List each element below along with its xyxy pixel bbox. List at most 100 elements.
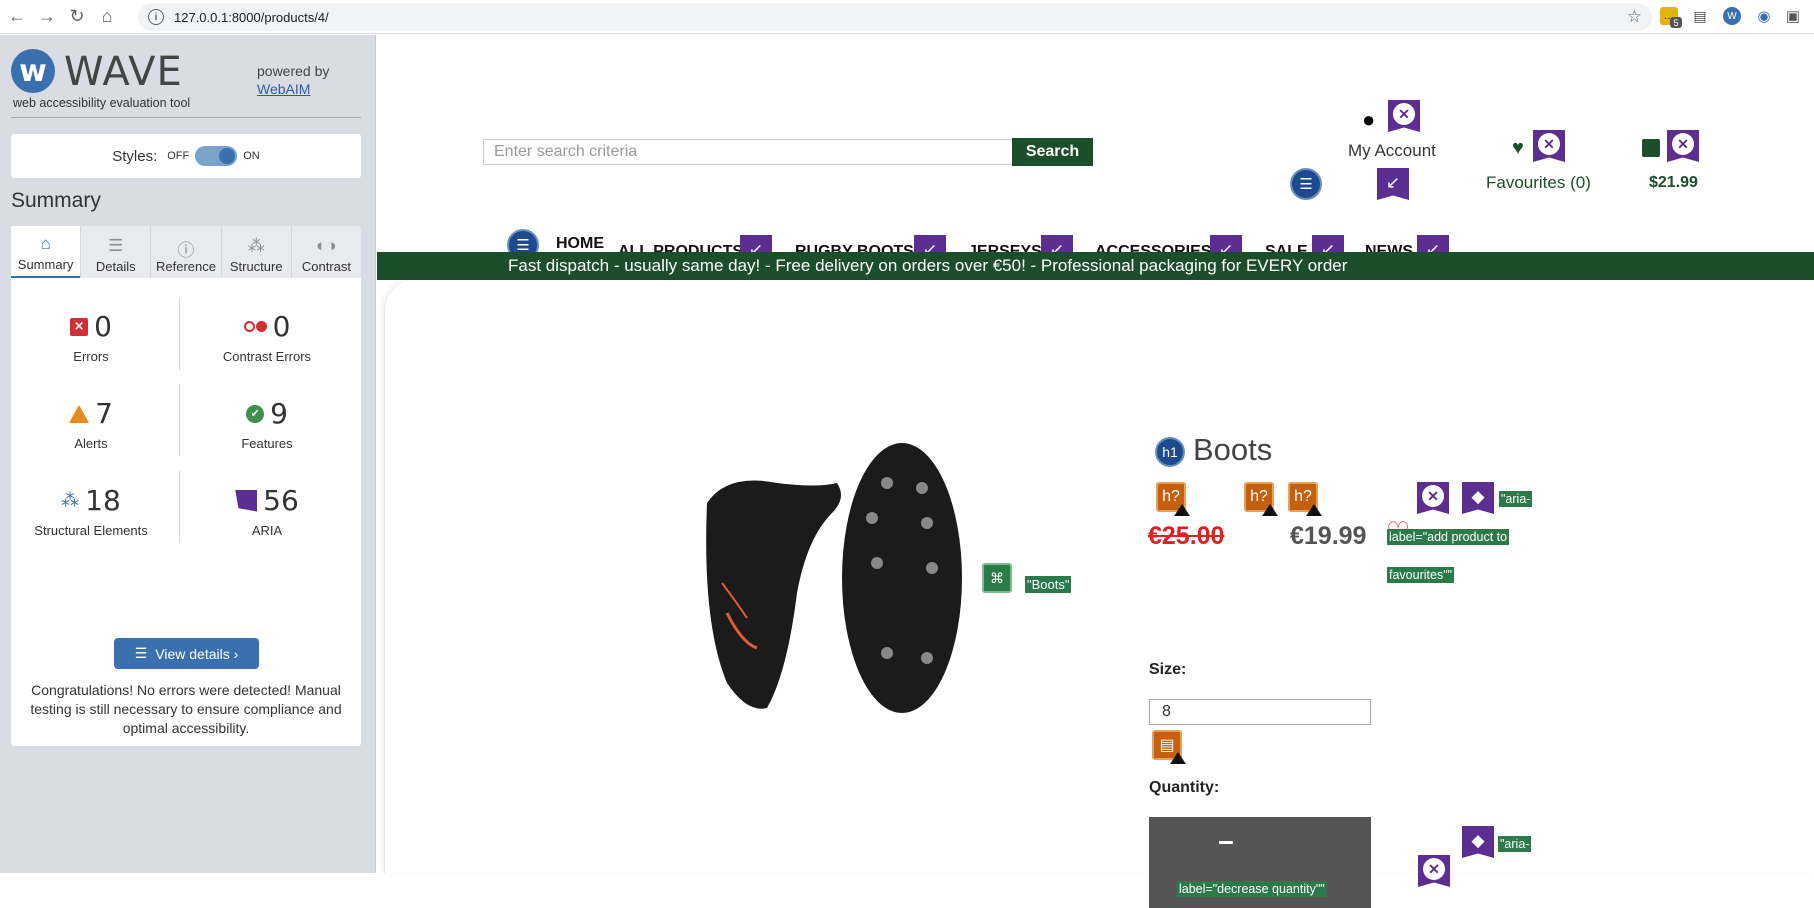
- tab-label: Details: [95, 259, 136, 274]
- aria-label-tag-icon: ◆: [1462, 482, 1494, 514]
- extension-count-badge: 5: [1670, 17, 1682, 28]
- address-bar[interactable]: i 127.0.0.1:8000/products/4/ ☆: [138, 3, 1652, 31]
- page-content: Enter search criteria Search ● ✕ My Acco…: [377, 35, 1814, 908]
- possible-heading-alert-icon: h?: [1156, 482, 1190, 516]
- nav-home[interactable]: HOME: [556, 235, 604, 253]
- search-button[interactable]: Search: [1012, 138, 1093, 166]
- features-count: 9: [270, 397, 288, 430]
- tab-label: Contrast: [301, 259, 351, 274]
- divider: [179, 384, 180, 456]
- home-icon[interactable]: ⌂: [94, 4, 120, 30]
- possible-heading-alert-icon: h?: [1244, 482, 1278, 516]
- tab-contrast[interactable]: ◐◑ Contrast: [290, 226, 361, 278]
- list-structure-icon: ☰: [1290, 168, 1322, 200]
- record-extension-icon[interactable]: ◉: [1755, 7, 1773, 25]
- promo-banner: Fast dispatch - usually same day! - Free…: [377, 252, 1814, 280]
- bookmark-star-icon[interactable]: ☆: [1627, 7, 1642, 27]
- stat-alerts: 7 Alerts: [11, 397, 171, 451]
- aria-hidden-icon: ✕: [1388, 100, 1420, 132]
- view-details-label: View details ›: [155, 645, 239, 662]
- tab-summary[interactable]: ⌂ Summary: [11, 226, 81, 278]
- summary-panel: ⌂ Summary ☰ Details ⓘ Reference ⁂ Struct…: [11, 226, 361, 746]
- product-area: [384, 280, 1814, 873]
- heart-icon[interactable]: ♥: [1512, 137, 1524, 160]
- image-alt-icon: ⌘: [982, 563, 1012, 593]
- image-alt-label: "Boots": [1025, 576, 1072, 593]
- cart-total[interactable]: $21.99: [1649, 174, 1698, 192]
- aria-label-text: favourites"": [1387, 567, 1455, 583]
- back-icon[interactable]: ←: [4, 4, 30, 30]
- styles-toggle[interactable]: [195, 146, 238, 166]
- size-label: Size:: [1149, 661, 1187, 678]
- aria-label-text: "aria-: [1498, 836, 1532, 852]
- camera-extension-icon[interactable]: ▣: [1784, 7, 1802, 25]
- toggle-off-label: OFF: [167, 150, 190, 162]
- aria-hidden-icon: ✕: [1417, 482, 1449, 514]
- site-info-icon[interactable]: i: [148, 9, 164, 25]
- aria-hidden-icon: ✕: [1418, 855, 1450, 887]
- aria-popup-icon: ↙: [1377, 168, 1409, 200]
- tab-label: Reference: [156, 259, 216, 274]
- user-icon[interactable]: ●: [1362, 107, 1375, 133]
- alerts-count: 7: [95, 397, 113, 430]
- wave-title: WAVE: [64, 49, 183, 95]
- list-icon: ☰: [108, 236, 124, 255]
- structural-count: 18: [85, 484, 121, 517]
- aria-label: ARIA: [251, 523, 283, 538]
- powered-by-label: powered by: [257, 63, 330, 79]
- view-details-button[interactable]: ☰ View details ›: [114, 638, 259, 669]
- stat-errors: × 0 Errors: [11, 310, 171, 364]
- contrast-icon: ◐◑: [316, 236, 337, 255]
- stat-structural: ⁂ 18 Structural Elements: [11, 484, 171, 538]
- styles-label: Styles:: [112, 147, 158, 165]
- wave-subtitle: web accessibility evaluation tool: [13, 96, 191, 110]
- tab-reference[interactable]: ⓘ Reference: [150, 226, 220, 278]
- tab-structure[interactable]: ⁂ Structure: [220, 226, 291, 278]
- hierarchy-icon: ⁂: [247, 236, 265, 255]
- decrease-quantity-button[interactable]: [1219, 841, 1233, 844]
- tab-details[interactable]: ☰ Details: [80, 226, 150, 278]
- tab-label: Structure: [229, 259, 283, 274]
- stat-contrast: 0 Contrast Errors: [187, 310, 347, 364]
- stat-features: ✔ 9 Features: [187, 397, 347, 451]
- aria-icon: [235, 489, 258, 512]
- divider: [11, 117, 361, 118]
- toggle-on-label: ON: [243, 150, 260, 162]
- forward-icon[interactable]: →: [34, 4, 60, 30]
- styles-toggle-box: Styles: OFF ON: [11, 134, 361, 178]
- shopping-bag-icon[interactable]: [1642, 139, 1660, 157]
- contrast-label: Contrast Errors: [222, 349, 312, 364]
- structure-icon: ⁂: [61, 490, 80, 511]
- old-price: €25.00: [1148, 522, 1225, 550]
- size-select[interactable]: 8: [1149, 699, 1371, 725]
- contrast-error-icon: [243, 321, 267, 332]
- select-missing-label-alert-icon: ▤: [1152, 730, 1186, 764]
- errors-label: Errors: [73, 349, 109, 364]
- favourites-link[interactable]: Favourites (0): [1486, 173, 1591, 193]
- reload-icon[interactable]: ↻: [64, 4, 90, 30]
- quantity-label: Quantity:: [1149, 779, 1220, 796]
- new-price: €19.99: [1290, 522, 1367, 550]
- product-title: Boots: [1193, 432, 1273, 467]
- aria-label-tag-icon: ◆: [1462, 826, 1494, 858]
- list-icon: ☰: [134, 645, 148, 661]
- wave-extension-icon[interactable]: W: [1723, 7, 1741, 25]
- feature-check-icon: ✔: [246, 404, 265, 423]
- wave-sidebar: w WAVE web accessibility evaluation tool…: [0, 35, 376, 873]
- aria-hidden-icon: ✕: [1533, 130, 1565, 162]
- contrast-count: 0: [272, 310, 291, 343]
- alerts-label: Alerts: [74, 436, 108, 451]
- aria-hidden-icon: ✕: [1667, 130, 1699, 162]
- screen-extension-icon[interactable]: ▤: [1691, 7, 1709, 25]
- congrats-message: Congratulations! No errors were detected…: [30, 682, 342, 736]
- stat-aria: 56 ARIA: [187, 484, 347, 538]
- url-text[interactable]: 127.0.0.1:8000/products/4/: [174, 10, 329, 25]
- my-account-link[interactable]: My Account: [1348, 141, 1436, 161]
- webaim-link[interactable]: WebAIM: [257, 81, 310, 97]
- divider: [179, 298, 180, 370]
- wave-tabs: ⌂ Summary ☰ Details ⓘ Reference ⁂ Struct…: [11, 226, 361, 278]
- product-image: [706, 443, 962, 713]
- tab-label: Summary: [17, 257, 74, 272]
- search-input[interactable]: Enter search criteria: [483, 139, 1013, 165]
- summary-heading: Summary: [11, 189, 101, 212]
